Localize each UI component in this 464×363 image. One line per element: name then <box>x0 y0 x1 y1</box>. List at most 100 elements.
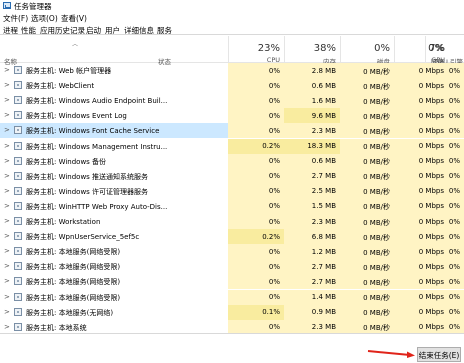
expand-chevron-icon[interactable]: > <box>4 142 10 150</box>
expand-chevron-icon[interactable]: > <box>4 247 10 255</box>
memory-cell: 1.4 MB <box>284 289 340 305</box>
gpu-cell: 0% <box>448 108 464 124</box>
table-row[interactable]: > 服务主机: 本地系统 0% 2.3 MB 0 MB/秒 0 Mbps 0% <box>0 319 464 333</box>
expand-chevron-icon[interactable]: > <box>4 293 10 301</box>
menu-file[interactable]: 文件(F) <box>3 13 28 24</box>
table-row[interactable]: > 服务主机: Windows Font Cache Service 0% 2.3 M… <box>0 123 464 139</box>
gpu-cell: 0% <box>448 274 464 290</box>
service-host-icon <box>14 232 22 241</box>
table-row[interactable]: > 服务主机: Windows 许可证管理器服务 0% 2.5 MB 0 MB/秒 0 M… <box>0 183 464 199</box>
expand-chevron-icon[interactable]: > <box>4 157 10 165</box>
tab-startup[interactable]: 启动 <box>86 25 101 36</box>
sort-caret-icon: ︿ <box>72 41 79 48</box>
tab-app-history[interactable]: 应用历史记录 <box>40 25 85 36</box>
network-cell: 0 Mbps <box>394 259 448 275</box>
table-row[interactable]: > 服务主机: WebClient 0% 0.6 MB 0 MB/秒 0 Mbps 0% <box>0 78 464 94</box>
expand-chevron-icon[interactable]: > <box>4 96 10 104</box>
cpu-cell: 0% <box>228 123 284 139</box>
cpu-cell: 0% <box>228 108 284 124</box>
process-list: > 服务主机: Web 帐户管理器 0% 2.8 MB 0 MB/秒 0 Mbps 0% > 服… <box>0 63 464 333</box>
expand-chevron-icon[interactable]: > <box>4 111 10 119</box>
disk-cell: 0 MB/秒 <box>340 168 394 184</box>
tab-bar: 进程 性能 应用历史记录 启动 用户 详细信息 服务 <box>0 24 464 37</box>
table-row[interactable]: > 服务主机: WpnUserService_5ef5c 0.2% 6.8 MB 0 M… <box>0 229 464 245</box>
memory-cell: 1.6 MB <box>284 93 340 109</box>
header-memory[interactable]: 38% 内存 <box>284 36 340 66</box>
tab-performance[interactable]: 性能 <box>21 25 36 36</box>
expand-chevron-icon[interactable]: > <box>4 172 10 180</box>
end-task-button[interactable]: 结束任务(E) <box>417 347 461 362</box>
service-host-icon <box>14 126 22 135</box>
table-row[interactable]: > 服务主机: WinHTTP Web Proxy Auto-Dis... 0% 1.… <box>0 198 464 214</box>
network-cell: 0 Mbps <box>394 153 448 169</box>
table-row[interactable]: > 服务主机: Windows 推送通知系统服务 0% 2.7 MB 0 MB/秒 0 M… <box>0 168 464 184</box>
disk-cell: 0 MB/秒 <box>340 259 394 275</box>
expand-chevron-icon[interactable]: > <box>4 277 10 285</box>
cpu-cell: 0% <box>228 214 284 230</box>
tab-services[interactable]: 服务 <box>157 25 172 36</box>
memory-cell: 0.9 MB <box>284 304 340 320</box>
expand-chevron-icon[interactable]: > <box>4 202 10 210</box>
memory-cell: 2.7 MB <box>284 259 340 275</box>
header-gpu-engine[interactable]: GPU 引擎 <box>429 36 464 66</box>
cpu-cell: 0.1% <box>228 304 284 320</box>
table-row[interactable]: > 服务主机: Windows 备份 0% 0.6 MB 0 MB/秒 0 Mbps 0% <box>0 153 464 169</box>
memory-cell: 2.7 MB <box>284 168 340 184</box>
table-row[interactable]: > 服务主机: Windows Audio Endpoint Buil... 0% 1… <box>0 93 464 109</box>
table-row[interactable]: > 服务主机: Windows Management Instru... 0.2% 1… <box>0 138 464 154</box>
service-host-icon <box>14 171 22 180</box>
table-row[interactable]: > 服务主机: Web 帐户管理器 0% 2.8 MB 0 MB/秒 0 Mbps 0% <box>0 63 464 79</box>
network-cell: 0 Mbps <box>394 168 448 184</box>
memory-cell: 2.3 MB <box>284 214 340 230</box>
header-disk[interactable]: 0% 磁盘 <box>340 36 394 66</box>
expand-chevron-icon[interactable]: > <box>4 66 10 74</box>
menu-options[interactable]: 选项(O) <box>31 13 58 24</box>
network-cell: 0 Mbps <box>394 183 448 199</box>
memory-cell: 2.3 MB <box>284 319 340 333</box>
gpu-cell: 0% <box>448 183 464 199</box>
table-row[interactable]: > 服务主机: 本地服务(无网络) 0.1% 0.9 MB 0 MB/秒 0 Mbps 0% <box>0 304 464 320</box>
service-host-icon <box>14 307 22 316</box>
table-row[interactable]: > 服务主机: 本地服务(网络受限) 0% 1.4 MB 0 MB/秒 0 Mbps 0% <box>0 289 464 305</box>
expand-chevron-icon[interactable]: > <box>4 81 10 89</box>
disk-cell: 0 MB/秒 <box>340 93 394 109</box>
network-cell: 0 Mbps <box>394 63 448 79</box>
table-row[interactable]: > 服务主机: 本地服务(网络受限) 0% 2.7 MB 0 MB/秒 0 Mbps 0% <box>0 259 464 275</box>
process-name: 服务主机: Windows 备份 <box>26 157 107 166</box>
tab-users[interactable]: 用户 <box>105 25 120 36</box>
expand-chevron-icon[interactable]: > <box>4 262 10 270</box>
process-name: 服务主机: Windows Management Instru... <box>26 142 168 151</box>
gpu-cell: 0% <box>448 214 464 230</box>
service-host-icon <box>14 277 22 286</box>
table-row[interactable]: > 服务主机: 本地服务(网络受限) 0% 1.2 MB 0 MB/秒 0 Mbps 0% <box>0 244 464 260</box>
table-row[interactable]: > 服务主机: Windows Event Log 0% 9.6 MB 0 MB/秒 0 … <box>0 108 464 124</box>
header-cpu[interactable]: 23% CPU <box>228 36 284 64</box>
disk-cell: 0 MB/秒 <box>340 229 394 245</box>
service-host-icon <box>14 201 22 210</box>
column-header: ︿ 名称 状态 23% CPU 38% 内存 0% 磁盘 0% 网络 7% GP… <box>0 36 464 66</box>
expand-chevron-icon[interactable]: > <box>4 232 10 240</box>
disk-cell: 0 MB/秒 <box>340 319 394 333</box>
cpu-cell: 0% <box>228 63 284 79</box>
expand-chevron-icon[interactable]: > <box>4 187 10 195</box>
expand-chevron-icon[interactable]: > <box>4 217 10 225</box>
service-host-icon <box>14 292 22 301</box>
memory-cell: 2.7 MB <box>284 274 340 290</box>
cpu-cell: 0.2% <box>228 138 284 154</box>
gpu-cell: 0% <box>448 198 464 214</box>
cpu-cell: 0% <box>228 274 284 290</box>
gpu-cell: 0% <box>448 93 464 109</box>
process-name: 服务主机: Windows 许可证管理器服务 <box>26 187 149 196</box>
table-row[interactable]: > 服务主机: 本地服务(网络受限) 0% 2.7 MB 0 MB/秒 0 Mbps 0% <box>0 274 464 290</box>
memory-cell: 2.8 MB <box>284 63 340 79</box>
table-row[interactable]: > 服务主机: Workstation 0% 2.3 MB 0 MB/秒 0 Mbps 0% <box>0 214 464 230</box>
disk-cell: 0 MB/秒 <box>340 244 394 260</box>
network-cell: 0 Mbps <box>394 214 448 230</box>
cpu-cell: 0% <box>228 319 284 333</box>
expand-chevron-icon[interactable]: > <box>4 126 10 134</box>
expand-chevron-icon[interactable]: > <box>4 308 10 316</box>
cpu-cell: 0% <box>228 153 284 169</box>
menu-view[interactable]: 查看(V) <box>61 13 87 24</box>
tab-details[interactable]: 详细信息 <box>124 25 154 36</box>
expand-chevron-icon[interactable]: > <box>4 323 10 331</box>
